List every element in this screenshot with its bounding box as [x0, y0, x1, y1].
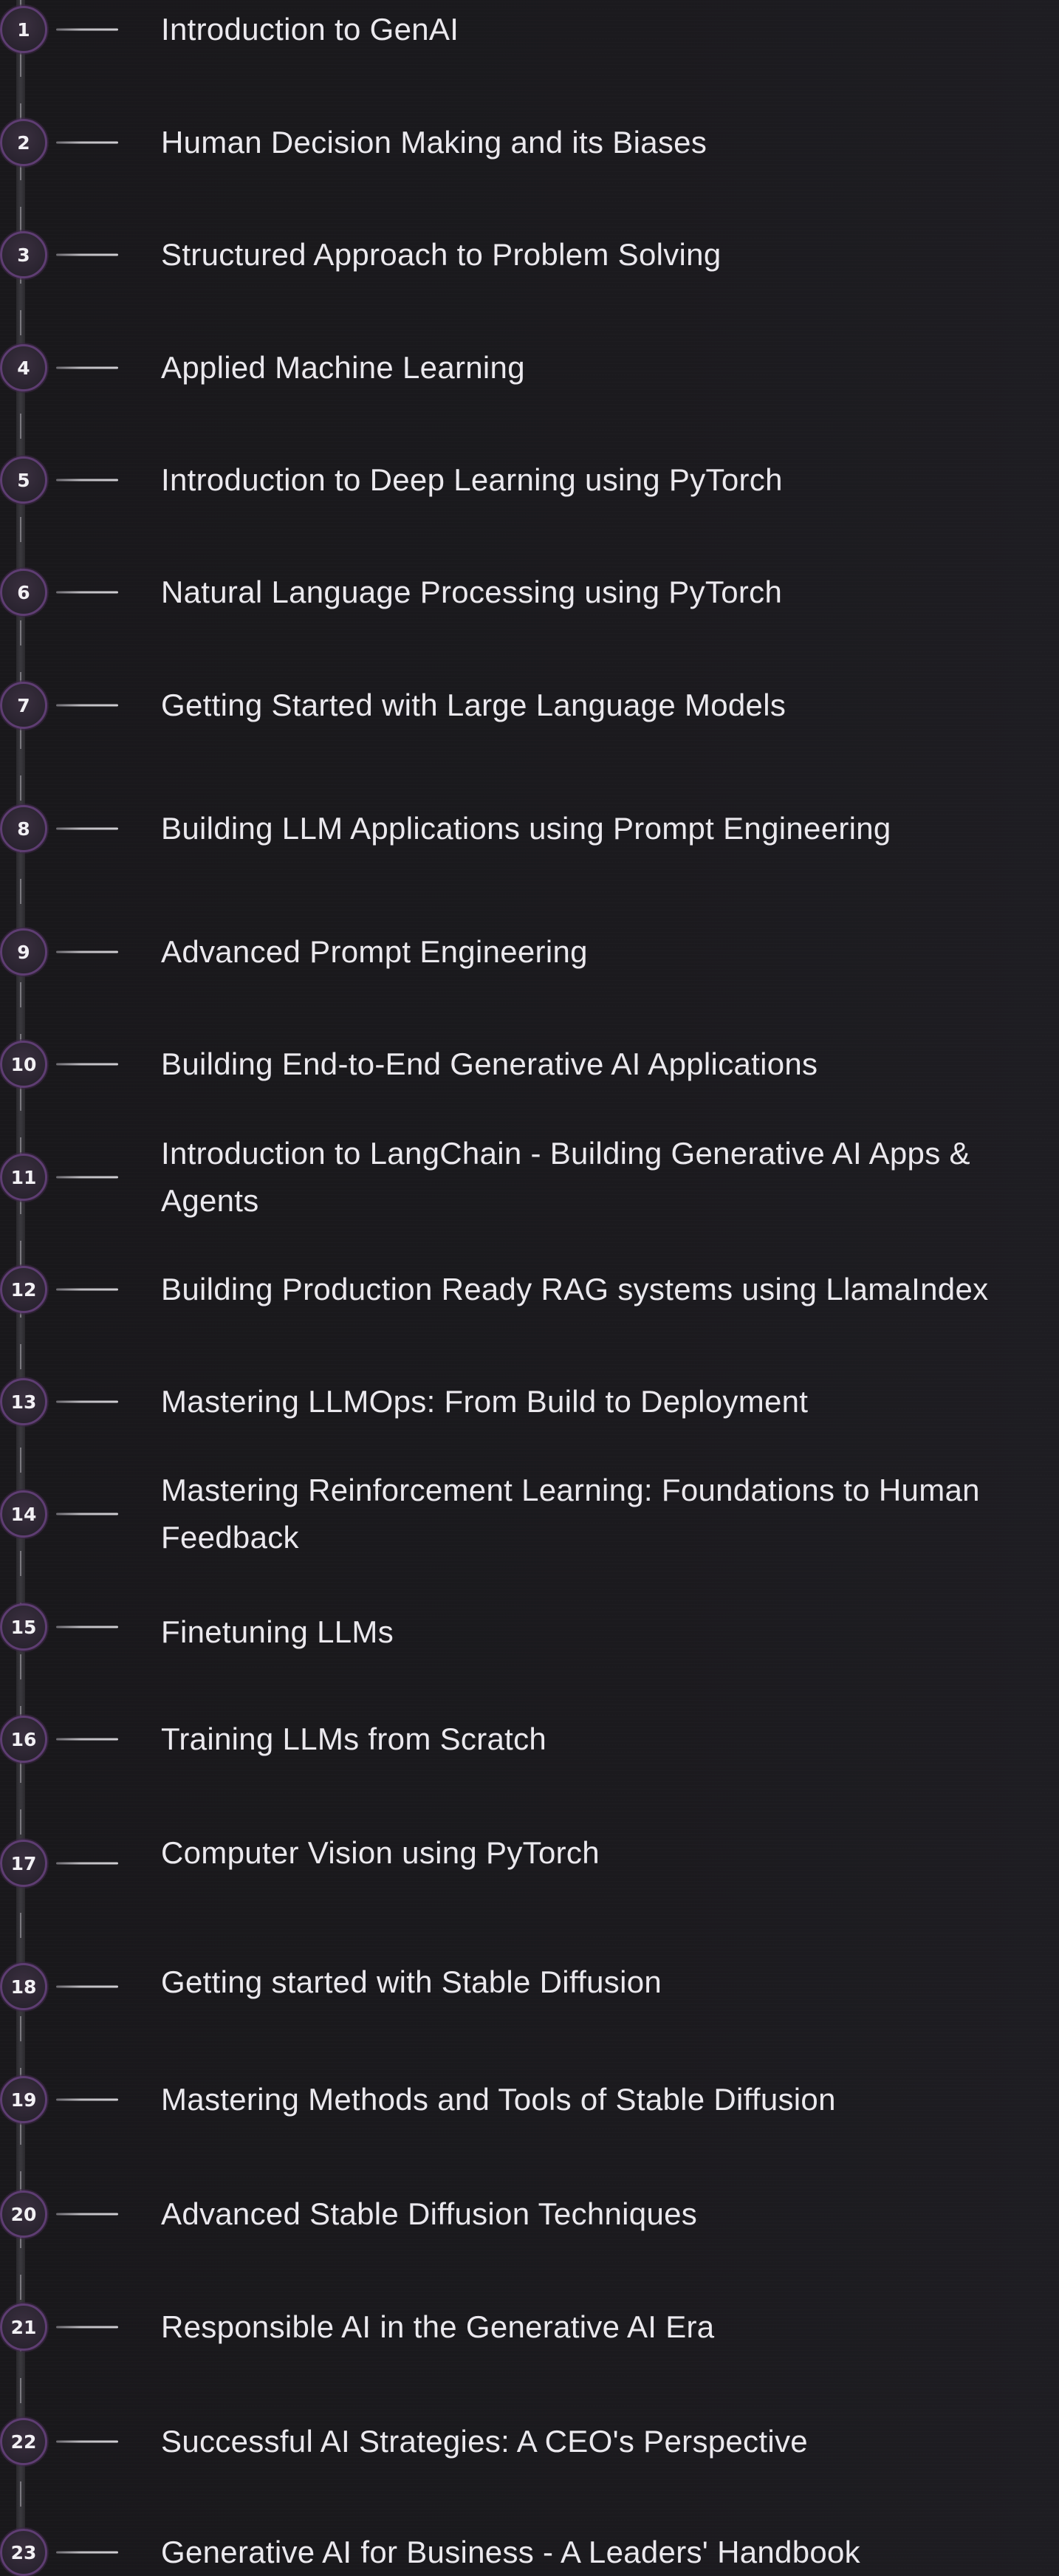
connector-line: [56, 1738, 118, 1741]
module-number-badge: 5: [0, 456, 47, 504]
module-title: Mastering LLMOps: From Build to Deployme…: [161, 1384, 809, 1419]
module-number-badge: 12: [0, 1266, 47, 1313]
module-number-badge: 22: [0, 2418, 47, 2465]
module-title: Getting Started with Large Language Mode…: [161, 688, 786, 722]
module-number-badge: 9: [0, 928, 47, 976]
module-number-badge: 3: [0, 231, 47, 278]
connector-line: [56, 1063, 118, 1066]
module-number-badge: 21: [0, 2303, 47, 2351]
module-title: Advanced Prompt Engineering: [161, 934, 588, 969]
module-number-badge: 18: [0, 1963, 47, 2010]
module-number-badge: 6: [0, 569, 47, 616]
module-title: Computer Vision using PyTorch: [161, 1835, 600, 1870]
connector-line: [56, 1626, 118, 1628]
connector-line: [56, 2440, 118, 2443]
connector-line: [56, 479, 118, 482]
module-number-badge: 13: [0, 1378, 47, 1425]
module-title: Human Decision Making and its Biases: [161, 125, 707, 160]
module-title: Mastering Methods and Tools of Stable Di…: [161, 2082, 836, 2117]
module-title: Finetuning LLMs: [161, 1614, 394, 1649]
module-title: Getting started with Stable Diffusion: [161, 1964, 662, 1999]
connector-line: [56, 1513, 118, 1515]
module-title: Successful AI Strategies: A CEO's Perspe…: [161, 2424, 808, 2459]
module-number-badge: 4: [0, 344, 47, 391]
connector-line: [56, 1862, 118, 1865]
connector-line: [56, 141, 118, 144]
module-title: Building Production Ready RAG systems us…: [161, 1272, 989, 1306]
module-title: Mastering Reinforcement Learning: Founda…: [161, 1473, 980, 1555]
module-number-badge: 16: [0, 1716, 47, 1763]
connector-line: [56, 704, 118, 707]
connector-line: [56, 1288, 118, 1291]
module-number-badge: 20: [0, 2190, 47, 2238]
module-number-badge: 1: [0, 6, 47, 53]
module-title: Applied Machine Learning: [161, 350, 525, 385]
module-title: Generative AI for Business - A Leaders' …: [161, 2535, 860, 2569]
module-number-badge: 23: [0, 2529, 47, 2576]
connector-line: [56, 1176, 118, 1179]
module-number-badge: 15: [0, 1603, 47, 1651]
connector-line: [56, 2326, 118, 2329]
module-number-badge: 19: [0, 2076, 47, 2123]
module-number-badge: 10: [0, 1041, 47, 1088]
connector-line: [56, 28, 118, 31]
module-number-badge: 7: [0, 682, 47, 729]
connector-line: [56, 591, 118, 594]
module-number-badge: 14: [0, 1490, 47, 1538]
module-title: Building LLM Applications using Prompt E…: [161, 811, 891, 846]
module-title: Responsible AI in the Generative AI Era: [161, 2309, 715, 2344]
module-title: Training LLMs from Scratch: [161, 1722, 547, 1756]
connector-line: [56, 1985, 118, 1988]
connector-line: [56, 2551, 118, 2554]
connector-line: [56, 366, 118, 369]
connector-line: [56, 2213, 118, 2216]
connector-line: [56, 253, 118, 256]
module-title: Structured Approach to Problem Solving: [161, 237, 722, 272]
module-number-badge: 11: [0, 1154, 47, 1201]
connector-line: [56, 2098, 118, 2101]
module-title: Introduction to Deep Learning using PyTo…: [161, 462, 783, 497]
module-title: Natural Language Processing using PyTorc…: [161, 575, 783, 609]
connector-line: [56, 950, 118, 953]
module-number-badge: 2: [0, 119, 47, 166]
connector-line: [56, 827, 118, 830]
module-number-badge: 17: [0, 1840, 47, 1887]
connector-line: [56, 1400, 118, 1403]
module-title: Advanced Stable Diffusion Techniques: [161, 2196, 698, 2231]
module-title: Introduction to GenAI: [161, 12, 459, 47]
course-timeline: 1 Introduction to GenAI 2 Human Decision…: [0, 0, 1059, 2576]
module-title: Building End-to-End Generative AI Applic…: [161, 1046, 818, 1081]
module-number-badge: 8: [0, 805, 47, 852]
module-title: Introduction to LangChain - Building Gen…: [161, 1136, 970, 1218]
